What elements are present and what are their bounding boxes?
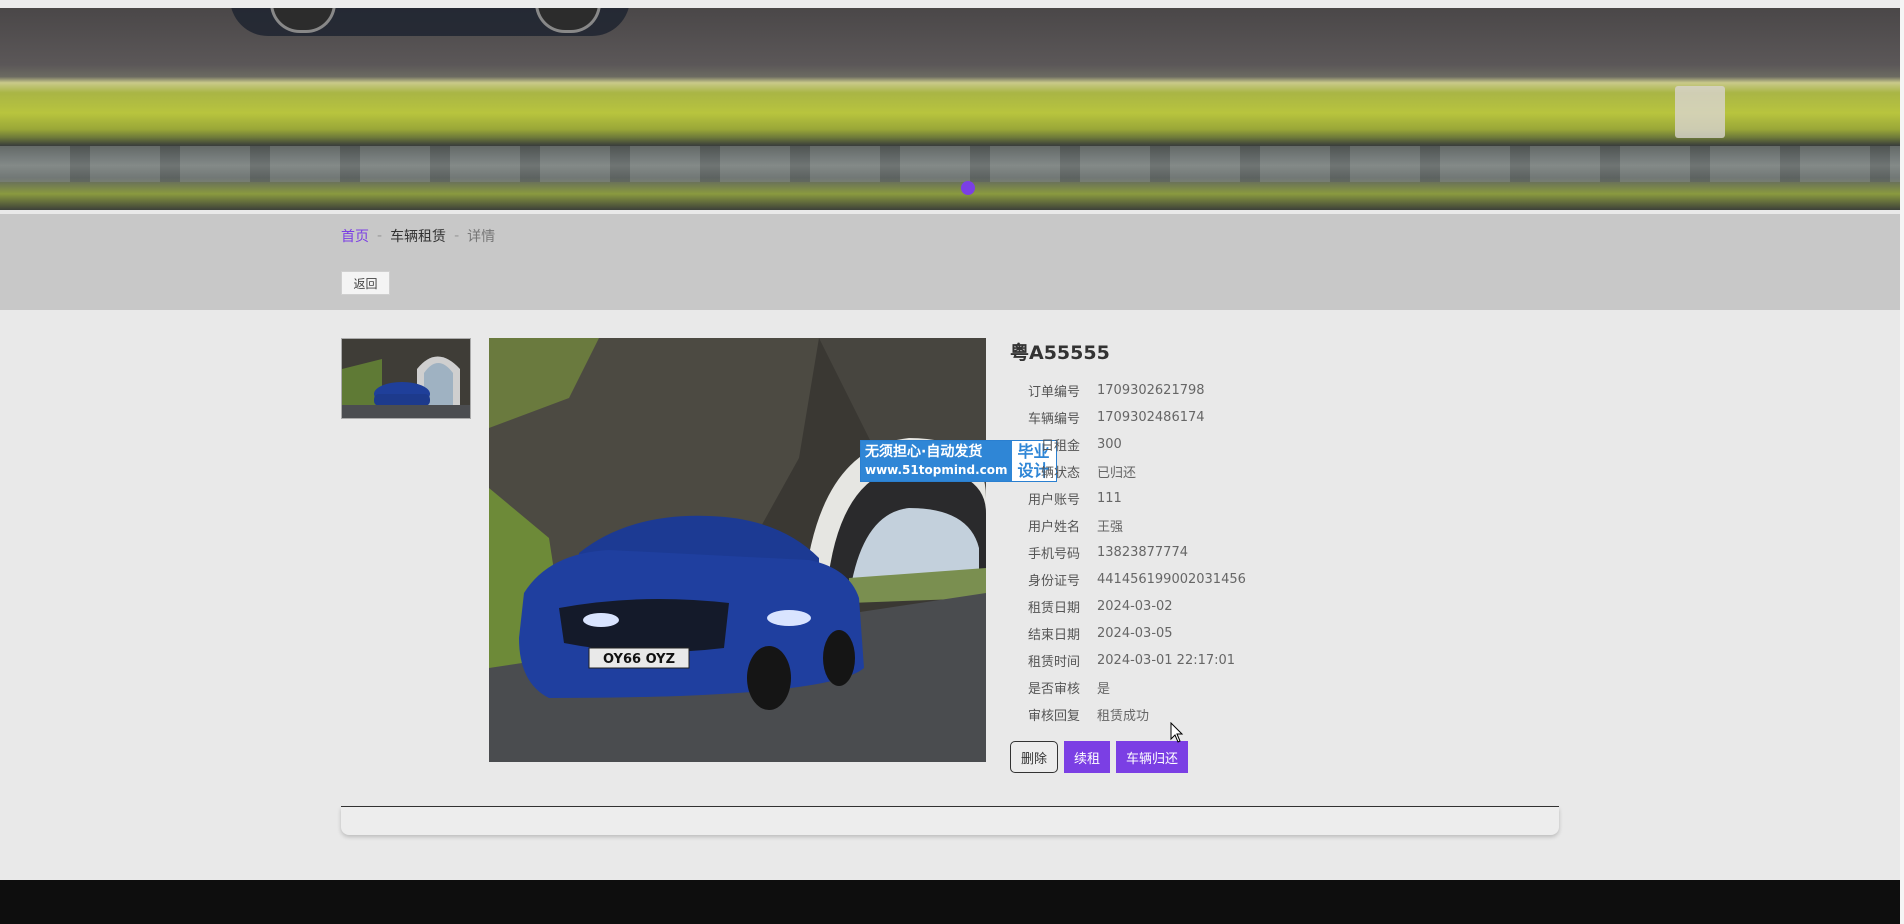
field-label: 车辆编号 bbox=[1027, 412, 1080, 427]
field-row: 租赁日期 2024-03-02 bbox=[1010, 593, 1246, 620]
field-row: 手机号码 13823877774 bbox=[1010, 539, 1246, 566]
field-value: 2024-03-02 bbox=[1097, 599, 1173, 614]
breadcrumb-separator: - bbox=[377, 228, 383, 244]
banner-sign bbox=[1675, 86, 1725, 138]
watermark-text-2: www.51topmind.com bbox=[865, 463, 1008, 477]
field-value: 111 bbox=[1097, 491, 1122, 506]
field-label: 日租金 bbox=[1040, 439, 1080, 454]
field-value: 是 bbox=[1097, 682, 1111, 697]
breadcrumb-home-link[interactable]: 首页 bbox=[341, 226, 369, 246]
field-label: 审核回复 bbox=[1027, 709, 1080, 724]
field-row: 结束日期 2024-03-05 bbox=[1010, 620, 1246, 647]
field-label: 订单编号 bbox=[1027, 385, 1080, 400]
slider-dot-active[interactable] bbox=[961, 181, 975, 195]
field-value: 1709302621798 bbox=[1097, 383, 1205, 398]
car-photo: OY66 OYZ bbox=[489, 338, 986, 762]
thumbnail-image bbox=[342, 339, 470, 418]
renew-button[interactable]: 续租 bbox=[1064, 741, 1111, 773]
field-value: 1709302486174 bbox=[1097, 410, 1205, 425]
field-label: 身份证号 bbox=[1027, 574, 1080, 589]
field-value: 2024-03-05 bbox=[1097, 626, 1173, 641]
page-footer bbox=[0, 880, 1904, 924]
breadcrumb: 首页 - 车辆租赁 - 详情 bbox=[341, 226, 495, 246]
mouse-cursor-icon bbox=[1170, 722, 1184, 743]
breadcrumb-band: 首页 - 车辆租赁 - 详情 返回 bbox=[0, 214, 1900, 310]
banner-guardrail bbox=[0, 146, 1900, 182]
breadcrumb-category-link[interactable]: 车辆租赁 bbox=[390, 226, 446, 246]
field-row: 身份证号 441456199002031456 bbox=[1010, 566, 1246, 593]
license-plate-text: OY66 OYZ bbox=[603, 652, 675, 667]
breadcrumb-current: 详情 bbox=[467, 229, 496, 245]
watermark-text-1: 无须担心·自动发货 bbox=[865, 444, 983, 460]
field-row: 日租金 300 bbox=[1010, 431, 1246, 458]
field-row: 是否审核 是 bbox=[1010, 674, 1246, 701]
top-strip bbox=[0, 0, 1904, 8]
plate-title: 粤A55555 bbox=[1010, 342, 1110, 364]
field-row: 订单编号 1709302621798 bbox=[1010, 377, 1246, 404]
watermark-left: 无须担心·自动发货 www.51topmind.com bbox=[861, 441, 1012, 481]
field-value: 2024-03-01 22:17:01 bbox=[1097, 653, 1236, 668]
right-edge bbox=[1900, 0, 1904, 924]
action-buttons: 删除 续租 车辆归还 bbox=[1010, 741, 1189, 773]
field-label: 手机号码 bbox=[1027, 547, 1080, 562]
field-label: 用户姓名 bbox=[1027, 520, 1080, 535]
field-value: 租赁成功 bbox=[1097, 709, 1150, 724]
field-row: 辆状态 已归还 bbox=[1010, 458, 1246, 485]
field-row: 租赁时间 2024-03-01 22:17:01 bbox=[1010, 647, 1246, 674]
field-value: 441456199002031456 bbox=[1097, 572, 1246, 587]
breadcrumb-separator: - bbox=[454, 228, 460, 244]
field-label: 用户账号 bbox=[1027, 493, 1080, 508]
field-row: 车辆编号 1709302486174 bbox=[1010, 404, 1246, 431]
field-row: 用户账号 111 bbox=[1010, 485, 1246, 512]
return-vehicle-button[interactable]: 车辆归还 bbox=[1116, 741, 1189, 773]
field-row: 审核回复 租赁成功 bbox=[1010, 701, 1246, 728]
field-label: 辆状态 bbox=[1040, 466, 1080, 481]
delete-button[interactable]: 删除 bbox=[1010, 741, 1059, 773]
field-value: 已归还 bbox=[1097, 466, 1137, 481]
detail-fields: 订单编号 1709302621798 车辆编号 1709302486174 日租金 3… bbox=[1010, 377, 1246, 728]
field-row: 用户姓名 王强 bbox=[1010, 512, 1246, 539]
main-car-image: OY66 OYZ bbox=[489, 338, 986, 762]
hero-banner bbox=[0, 8, 1900, 210]
field-label: 租赁时间 bbox=[1027, 655, 1080, 670]
field-label: 结束日期 bbox=[1027, 628, 1080, 643]
gallery-thumbnail[interactable] bbox=[341, 338, 471, 419]
field-value: 300 bbox=[1097, 437, 1122, 452]
back-button[interactable]: 返回 bbox=[341, 271, 390, 295]
field-value: 王强 bbox=[1097, 520, 1124, 535]
field-label: 租赁日期 bbox=[1027, 601, 1080, 616]
tab-content-box bbox=[341, 807, 1559, 835]
field-label: 是否审核 bbox=[1027, 682, 1080, 697]
field-value: 13823877774 bbox=[1097, 545, 1188, 560]
